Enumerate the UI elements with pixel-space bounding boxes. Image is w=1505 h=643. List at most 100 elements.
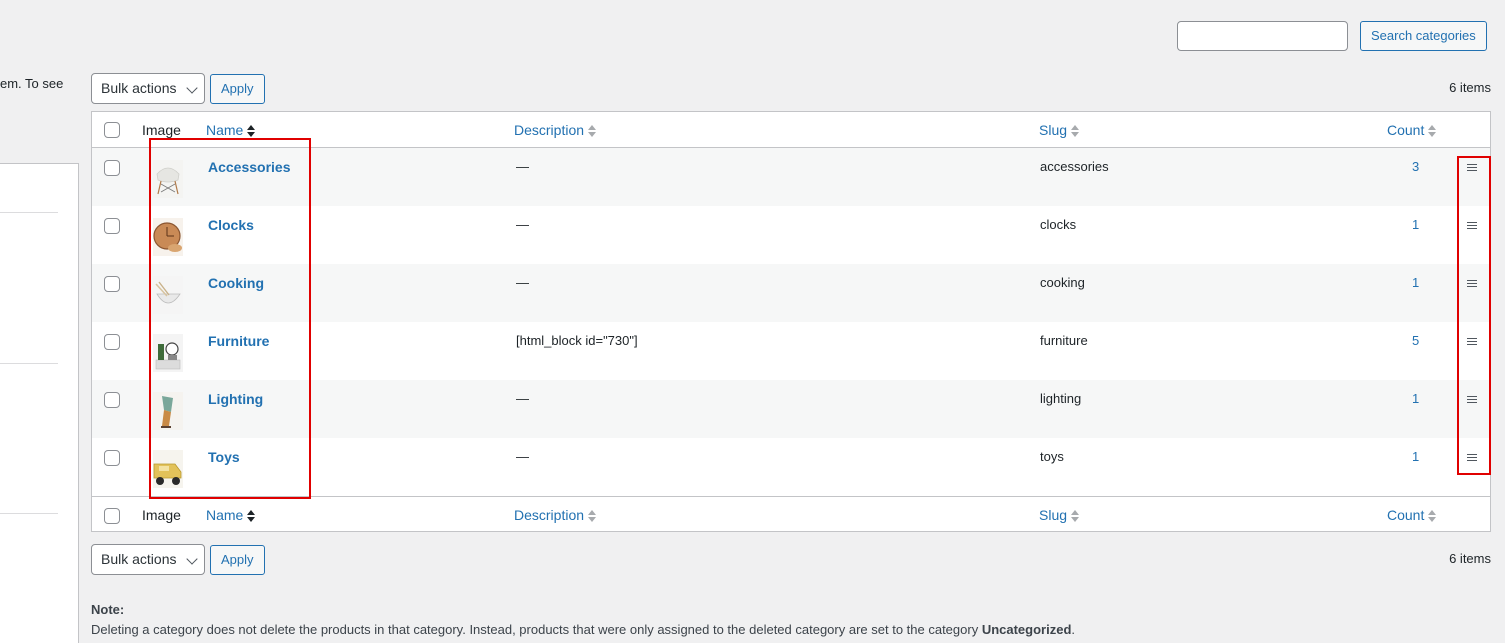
table-row: Toys — toys 1 [92, 438, 1490, 496]
apply-button-top[interactable]: Apply [210, 74, 265, 104]
column-count[interactable]: Count [1387, 122, 1437, 138]
category-description: — [516, 275, 529, 290]
row-checkbox[interactable] [104, 218, 120, 234]
drag-handle-icon[interactable] [1467, 396, 1477, 404]
note-label: Note: [91, 602, 124, 617]
note-text: Deleting a category does not delete the … [91, 622, 1075, 637]
drag-handle-icon[interactable] [1467, 164, 1477, 172]
column-count-label: Count [1387, 122, 1425, 138]
category-name-link[interactable]: Furniture [208, 333, 269, 349]
column-image: Image [142, 122, 181, 138]
form-divider [0, 513, 58, 514]
sort-arrow-icon [588, 510, 597, 523]
bowl-thumbnail-icon [153, 276, 183, 314]
row-checkbox[interactable] [104, 334, 120, 350]
apply-button-bottom[interactable]: Apply [210, 545, 265, 575]
column-image: Image [142, 507, 181, 523]
table-row: Clocks — clocks 1 [92, 206, 1490, 264]
category-description: — [516, 217, 529, 232]
bulk-actions-label: Bulk actions [101, 551, 177, 567]
chevron-down-icon [186, 82, 198, 94]
table-row: Furniture [html_block id="730"] furnitur… [92, 322, 1490, 380]
table-footer: Image Name Description Slug Count [92, 496, 1490, 531]
add-category-form-panel [0, 163, 79, 643]
row-checkbox[interactable] [104, 392, 120, 408]
select-all-checkbox[interactable] [104, 122, 120, 138]
drag-handle-icon[interactable] [1467, 280, 1477, 288]
column-description-label: Description [514, 122, 585, 138]
sort-arrow-icon [1071, 125, 1080, 138]
categories-table: Image Name Description Slug Count Access… [91, 111, 1491, 532]
category-count-link[interactable]: 1 [1412, 275, 1419, 290]
category-slug: clocks [1040, 217, 1077, 232]
column-slug[interactable]: Slug [1039, 507, 1080, 523]
table-header: Image Name Description Slug Count [92, 112, 1490, 148]
category-count-link[interactable]: 1 [1412, 391, 1419, 406]
column-name[interactable]: Name [206, 122, 256, 138]
sort-arrow-icon [588, 125, 597, 138]
column-name-label: Name [206, 507, 244, 523]
bulk-actions-select-top[interactable]: Bulk actions [91, 73, 205, 104]
sort-arrow-icon [1428, 510, 1437, 523]
items-count-bottom: 6 items [1449, 551, 1491, 566]
category-slug: lighting [1040, 391, 1082, 406]
toy-car-thumbnail-icon [153, 450, 183, 488]
category-count-link[interactable]: 3 [1412, 159, 1419, 174]
note-text-after: . [1071, 622, 1076, 637]
column-description[interactable]: Description [514, 507, 597, 523]
category-description: — [516, 159, 529, 174]
drag-handle-icon[interactable] [1467, 338, 1477, 346]
category-name-link[interactable]: Toys [208, 449, 240, 465]
table-row: Cooking — cooking 1 [92, 264, 1490, 322]
items-count-top: 6 items [1449, 80, 1491, 95]
column-slug-label: Slug [1039, 122, 1068, 138]
category-count-link[interactable]: 1 [1412, 217, 1419, 232]
category-slug: accessories [1040, 159, 1109, 174]
search-categories-input[interactable] [1177, 21, 1348, 51]
sort-arrow-icon [247, 125, 256, 138]
form-divider [0, 212, 58, 213]
bulk-actions-label: Bulk actions [101, 80, 177, 96]
category-description: — [516, 391, 529, 406]
form-divider [0, 363, 58, 364]
category-description: [html_block id="730"] [516, 333, 638, 348]
lamp-thumbnail-icon [153, 392, 183, 430]
category-description: — [516, 449, 529, 464]
category-count-link[interactable]: 5 [1412, 333, 1419, 348]
note-label-text: Note: [91, 602, 125, 617]
column-name[interactable]: Name [206, 507, 256, 523]
column-count[interactable]: Count [1387, 507, 1437, 523]
row-checkbox[interactable] [104, 276, 120, 292]
column-name-label: Name [206, 122, 244, 138]
sort-arrow-icon [1071, 510, 1080, 523]
category-name-link[interactable]: Lighting [208, 391, 263, 407]
row-checkbox[interactable] [104, 450, 120, 466]
bulk-actions-select-bottom[interactable]: Bulk actions [91, 544, 205, 575]
shelf-thumbnail-icon [153, 334, 183, 372]
column-description[interactable]: Description [514, 122, 597, 138]
category-name-link[interactable]: Accessories [208, 159, 291, 175]
note-text-bold: Uncategorized [981, 622, 1072, 637]
column-description-label: Description [514, 507, 585, 523]
category-name-link[interactable]: Clocks [208, 217, 254, 233]
column-count-label: Count [1387, 507, 1425, 523]
row-checkbox[interactable] [104, 160, 120, 176]
left-column-fragment-text: em. To see [0, 76, 64, 91]
category-name-link[interactable]: Cooking [208, 275, 264, 291]
column-slug[interactable]: Slug [1039, 122, 1080, 138]
clock-thumbnail-icon [153, 218, 183, 256]
category-slug: furniture [1040, 333, 1088, 348]
note-text-before: Deleting a category does not delete the … [91, 622, 982, 637]
select-all-checkbox-footer[interactable] [104, 508, 120, 524]
category-count-link[interactable]: 1 [1412, 449, 1419, 464]
search-categories-button[interactable]: Search categories [1360, 21, 1487, 51]
table-row: Accessories — accessories 3 [92, 148, 1490, 206]
table-row: Lighting — lighting 1 [92, 380, 1490, 438]
chair-thumbnail-icon [153, 160, 183, 198]
sort-arrow-icon [1428, 125, 1437, 138]
sort-arrow-icon [247, 510, 256, 523]
drag-handle-icon[interactable] [1467, 454, 1477, 462]
drag-handle-icon[interactable] [1467, 222, 1477, 230]
column-slug-label: Slug [1039, 507, 1068, 523]
chevron-down-icon [186, 553, 198, 565]
